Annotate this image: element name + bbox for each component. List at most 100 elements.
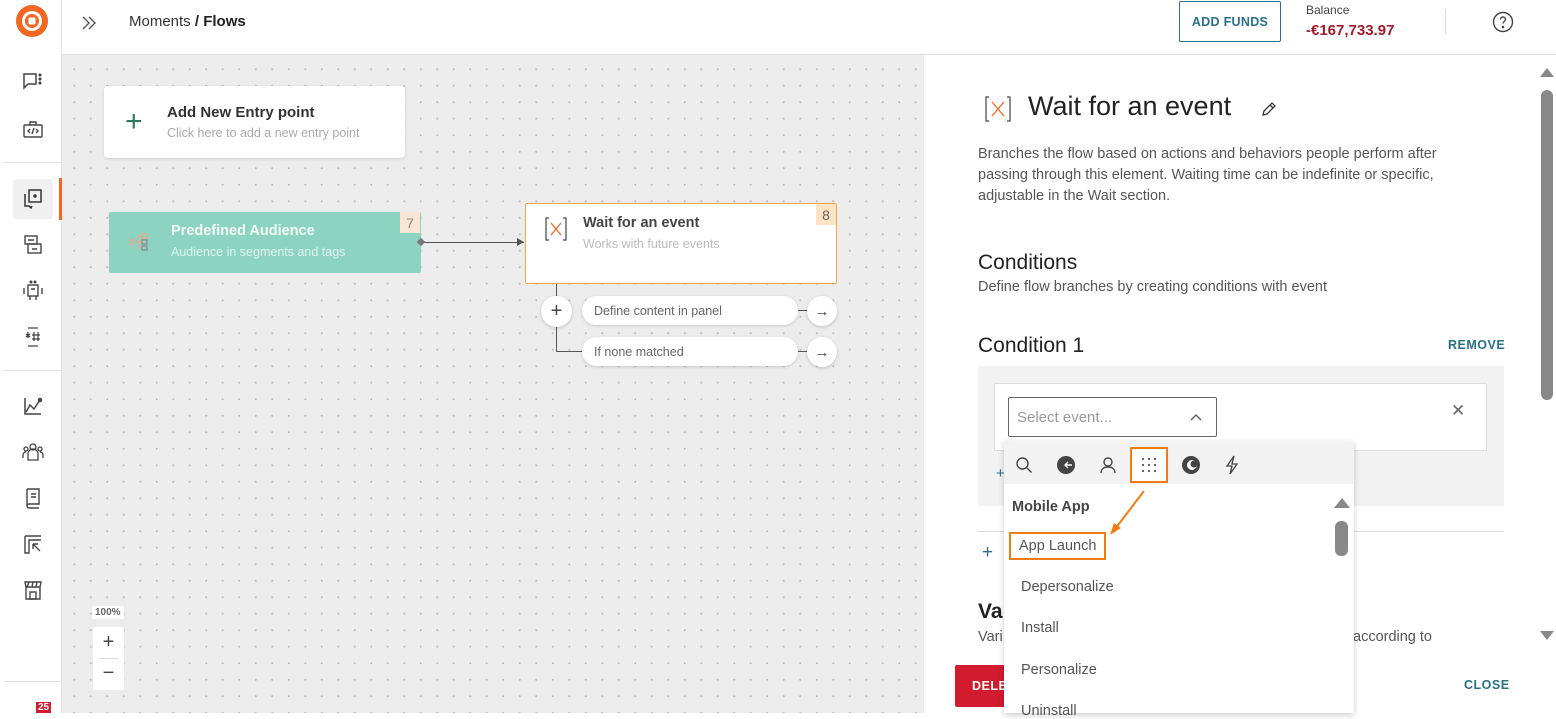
tab-chat[interactable]: [1172, 447, 1210, 483]
audience-subtitle: Audience in segments and tags: [171, 245, 346, 259]
breadcrumb: Moments / Flows: [129, 13, 246, 30]
notification-badge[interactable]: 25: [36, 702, 52, 713]
sidebar-item-templates[interactable]: [13, 317, 53, 357]
add-entry-point-card[interactable]: + Add New Entry point Click here to add …: [104, 86, 405, 158]
node-number-badge: 7: [400, 212, 420, 233]
entry-subtitle: Click here to add a new entry point: [167, 126, 360, 140]
branch-line: [798, 310, 807, 311]
event-dropdown-menu: Mobile App App Launch Depersonalize Inst…: [1004, 441, 1354, 719]
wait-event-icon: [545, 217, 567, 241]
code-briefcase-icon: [23, 121, 43, 138]
breadcrumb-separator: /: [190, 13, 204, 30]
book-icon: [26, 488, 40, 509]
sidebar-item-moments[interactable]: [13, 179, 53, 219]
sidebar-item-conversations[interactable]: [13, 62, 53, 102]
expand-sidebar-icon[interactable]: [78, 12, 100, 34]
predefined-audience-node[interactable]: Predefined Audience Audience in segments…: [109, 212, 421, 273]
close-button[interactable]: CLOSE: [1464, 678, 1510, 692]
event-option-app-launch[interactable]: App Launch: [1008, 532, 1107, 560]
divider: [1445, 9, 1446, 34]
remove-condition-button[interactable]: REMOVE: [1448, 338, 1505, 352]
broadcast-icon: [24, 235, 42, 254]
audience-title: Predefined Audience: [171, 223, 315, 239]
sidebar-divider: [4, 162, 62, 163]
flow-canvas[interactable]: + Add New Entry point Click here to add …: [62, 55, 924, 713]
event-option-install[interactable]: Install: [1021, 620, 1059, 636]
tab-flash[interactable]: [1213, 447, 1251, 483]
logo-icon[interactable]: [15, 4, 49, 38]
wait-event-icon: [985, 96, 1011, 122]
connector-arrowhead: [517, 238, 524, 246]
help-icon[interactable]: [1492, 11, 1514, 33]
add-condition-plus-icon[interactable]: +: [982, 542, 993, 564]
group-header-mobile-app: Mobile App: [1012, 499, 1090, 515]
close-icon[interactable]: ✕: [1451, 401, 1465, 421]
store-icon: [24, 581, 42, 600]
chat-bubble-icon: [1182, 456, 1200, 474]
add-funds-button[interactable]: ADD FUNDS: [1179, 1, 1281, 42]
wait-node-subtitle: Works with future events: [583, 237, 720, 251]
sidebar-item-store[interactable]: [13, 570, 53, 610]
branch-next-arrow-icon[interactable]: →: [807, 337, 837, 367]
zoom-out-button[interactable]: −: [93, 658, 124, 689]
tab-person[interactable]: [1089, 447, 1127, 483]
search-icon: [1016, 457, 1032, 473]
entry-title: Add New Entry point: [167, 104, 315, 121]
branch-line: [556, 351, 582, 352]
sidebar-item-analyze[interactable]: [13, 386, 53, 426]
event-option-personalize[interactable]: Personalize: [1021, 662, 1097, 678]
sidebar-item-docs[interactable]: [13, 478, 53, 518]
tab-mobile-app[interactable]: [1130, 447, 1168, 483]
chevron-up-icon[interactable]: [1190, 413, 1202, 421]
zoom-level: 100%: [92, 606, 124, 619]
sidebar-item-developer[interactable]: [13, 110, 53, 150]
sidebar-divider: [4, 681, 62, 682]
condition-1-title: Condition 1: [978, 334, 1085, 357]
plus-icon: +: [125, 105, 143, 138]
sidebar-item-exports[interactable]: [13, 524, 53, 564]
breadcrumb-moments[interactable]: Moments: [129, 13, 191, 30]
pencil-icon[interactable]: [1260, 100, 1278, 118]
tab-search[interactable]: [1005, 447, 1043, 483]
divider: [99, 658, 118, 659]
event-option-uninstall[interactable]: Uninstall: [1021, 703, 1077, 719]
annotation-arrow-icon: [1110, 490, 1145, 535]
panel-description: Branches the flow based on actions and b…: [978, 146, 1437, 204]
branch-next-arrow-icon[interactable]: →: [807, 296, 837, 326]
branch-line: [798, 351, 807, 352]
conditions-title: Conditions: [978, 251, 1078, 274]
export-icon: [24, 535, 41, 554]
node-number-badge: 8: [816, 204, 836, 225]
dropdown-scrollbar[interactable]: [1335, 521, 1348, 556]
event-option-depersonalize[interactable]: Depersonalize: [1021, 579, 1114, 595]
conditions-subtitle: Define flow branches by creating conditi…: [978, 279, 1327, 295]
sidebar: 25: [0, 0, 62, 713]
mobile-app-grid-icon: [1142, 458, 1156, 472]
branch-none-matched[interactable]: If none matched: [582, 337, 798, 366]
zoom-in-button[interactable]: +: [93, 627, 124, 658]
add-branch-button[interactable]: +: [541, 296, 572, 327]
sidebar-item-people[interactable]: [13, 432, 53, 472]
scroll-down-arrow[interactable]: [1540, 631, 1554, 640]
wait-for-event-node[interactable]: Wait for an event Works with future even…: [525, 203, 837, 284]
web-icon: [1057, 456, 1075, 474]
breadcrumb-flows: Flows: [203, 13, 246, 30]
hash-icon: [25, 327, 40, 347]
people-icon: [22, 443, 44, 461]
zoom-controls: + −: [93, 627, 124, 690]
chart-icon: [24, 397, 43, 415]
balance-label: Balance: [1306, 3, 1350, 17]
moments-icon: [24, 189, 42, 210]
select-event-dropdown[interactable]: Select event...: [1008, 397, 1217, 437]
sidebar-item-chatbots[interactable]: [13, 271, 53, 311]
audience-tree-icon: [128, 233, 148, 251]
tab-web[interactable]: [1047, 447, 1085, 483]
chat-icon: [23, 73, 42, 90]
dropdown-scroll-up-arrow[interactable]: [1334, 498, 1350, 508]
sidebar-item-broadcast[interactable]: [13, 225, 53, 265]
flash-icon: [1225, 455, 1239, 475]
branch-define-content[interactable]: Define content in panel: [582, 296, 798, 325]
scroll-up-arrow[interactable]: [1540, 68, 1554, 77]
balance-value: -€167,733.97: [1306, 22, 1395, 39]
panel-scrollbar[interactable]: [1541, 90, 1553, 400]
